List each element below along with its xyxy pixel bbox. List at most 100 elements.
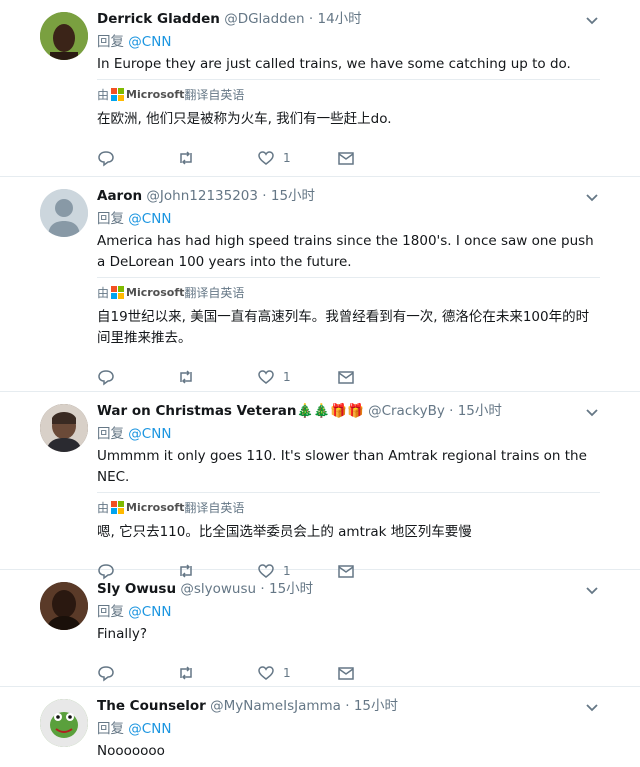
timestamp[interactable]: 15小时 bbox=[354, 698, 398, 714]
envelope-icon bbox=[338, 667, 354, 680]
timestamp[interactable]: 15小时 bbox=[271, 188, 315, 204]
reply-icon bbox=[98, 151, 114, 167]
reply-mention-link[interactable]: @CNN bbox=[128, 34, 171, 50]
tweet[interactable]: Sly Owusu @slyowusu · 15小时 回复 @CNN Final… bbox=[0, 570, 640, 687]
retweet-icon bbox=[180, 666, 192, 680]
user-handle[interactable]: @DGladden bbox=[224, 11, 304, 27]
separator-dot: · bbox=[260, 581, 265, 597]
reply-prefix: 回复 bbox=[97, 211, 124, 227]
chevron-down-icon[interactable] bbox=[584, 189, 600, 205]
microsoft-logo-icon bbox=[111, 88, 125, 101]
tweet-text: America has had high speed trains since … bbox=[97, 233, 594, 270]
avatar[interactable] bbox=[40, 699, 88, 747]
separator-dot: · bbox=[308, 11, 314, 27]
like-button[interactable]: 1 bbox=[257, 149, 337, 167]
user-handle[interactable]: @slyowusu bbox=[180, 581, 256, 597]
reply-context: 回复 @CNN bbox=[97, 209, 600, 229]
tweet[interactable]: Aaron @John12135203 · 15小时 回复 @CNN Ameri… bbox=[0, 177, 640, 392]
avatar[interactable] bbox=[40, 404, 88, 452]
tweet-actions: 1 bbox=[97, 357, 600, 397]
chevron-down-icon[interactable] bbox=[584, 582, 600, 598]
display-name[interactable]: Derrick Gladden bbox=[97, 11, 220, 27]
microsoft-logo-icon bbox=[111, 501, 125, 514]
heart-icon bbox=[258, 370, 274, 384]
like-count: 1 bbox=[283, 151, 291, 165]
display-name[interactable]: Sly Owusu bbox=[97, 581, 176, 597]
reply-mention-link[interactable]: @CNN bbox=[128, 211, 171, 227]
retweet-icon bbox=[180, 370, 192, 384]
reply-button[interactable] bbox=[97, 368, 177, 386]
translator-brand: Microsoft bbox=[126, 501, 185, 514]
envelope-icon bbox=[338, 371, 354, 384]
translator-brand: Microsoft bbox=[126, 286, 185, 299]
user-handle[interactable]: @MyNameIsJamma bbox=[210, 698, 341, 714]
tweet-text: Ummmm it only goes 110. It's slower than… bbox=[97, 448, 587, 485]
avatar[interactable] bbox=[40, 582, 88, 630]
microsoft-logo-icon bbox=[111, 286, 125, 299]
avatar[interactable] bbox=[40, 12, 88, 60]
timestamp[interactable]: 15小时 bbox=[269, 581, 313, 597]
separator-dot: · bbox=[449, 403, 454, 419]
retweet-button[interactable] bbox=[177, 149, 257, 167]
tweet[interactable]: The Counselor @MyNameIsJamma · 15小时 回复 @… bbox=[0, 687, 640, 767]
chevron-down-icon[interactable] bbox=[584, 12, 600, 28]
translated-by-label: 由 bbox=[97, 88, 110, 102]
translated-from-label: 翻译自英语 bbox=[184, 501, 245, 515]
translated-text: 嗯, 它只去110。比全国选举委员会上的 amtrak 地区列车要慢 bbox=[97, 524, 472, 540]
direct-message-button[interactable] bbox=[337, 368, 417, 386]
translator-brand: Microsoft bbox=[126, 88, 185, 101]
reply-prefix: 回复 bbox=[97, 426, 124, 442]
heart-icon bbox=[258, 151, 274, 165]
reply-mention-link[interactable]: @CNN bbox=[128, 721, 171, 737]
translated-from-label: 翻译自英语 bbox=[184, 286, 245, 300]
user-handle[interactable]: @John12135203 bbox=[146, 188, 258, 204]
translated-from-label: 翻译自英语 bbox=[184, 88, 245, 102]
reply-prefix: 回复 bbox=[97, 604, 124, 620]
retweet-button[interactable] bbox=[177, 664, 257, 682]
reply-mention-link[interactable]: @CNN bbox=[128, 426, 171, 442]
reply-context: 回复 @CNN bbox=[97, 719, 600, 739]
reply-icon bbox=[98, 370, 114, 386]
like-count: 1 bbox=[283, 370, 291, 384]
chevron-down-icon[interactable] bbox=[584, 699, 600, 715]
translated-text: 在欧洲, 他们只是被称为火车, 我们有一些赶上do. bbox=[97, 111, 392, 127]
reply-context: 回复 @CNN bbox=[97, 602, 600, 622]
reply-prefix: 回复 bbox=[97, 34, 124, 50]
separator-dot: · bbox=[345, 698, 350, 714]
heart-icon bbox=[258, 666, 274, 680]
display-name[interactable]: The Counselor bbox=[97, 698, 206, 714]
translated-by-label: 由 bbox=[97, 286, 110, 300]
retweet-icon bbox=[180, 151, 192, 165]
timestamp[interactable]: 15小时 bbox=[458, 403, 502, 419]
like-button[interactable]: 1 bbox=[257, 664, 337, 682]
separator-dot: · bbox=[262, 188, 267, 204]
tweet-text: Finally? bbox=[97, 626, 148, 642]
reply-context: 回复 @CNN bbox=[97, 32, 600, 52]
translation-attribution: 由 Microsoft 翻译自英语 bbox=[97, 492, 600, 516]
tweet[interactable]: Derrick Gladden @DGladden · 14小时 回复 @CNN… bbox=[0, 0, 640, 177]
translation-attribution: 由 Microsoft 翻译自英语 bbox=[97, 79, 600, 103]
reply-button[interactable] bbox=[97, 664, 177, 682]
display-name[interactable]: War on Christmas Veteran bbox=[97, 403, 297, 419]
chevron-down-icon[interactable] bbox=[584, 404, 600, 420]
translation-attribution: 由 Microsoft 翻译自英语 bbox=[97, 277, 600, 301]
timestamp[interactable]: 14小时 bbox=[317, 11, 361, 27]
display-name[interactable]: Aaron bbox=[97, 188, 142, 204]
avatar[interactable] bbox=[40, 189, 88, 237]
translated-by-label: 由 bbox=[97, 501, 110, 515]
reply-button[interactable] bbox=[97, 149, 177, 167]
translated-text: 自19世纪以来, 美国一直有高速列车。我曾经看到有一次, 德洛伦在未来100年的… bbox=[97, 309, 590, 346]
tweet-text: In Europe they are just called trains, w… bbox=[97, 56, 571, 72]
reply-icon bbox=[98, 666, 114, 682]
retweet-button[interactable] bbox=[177, 368, 257, 386]
envelope-icon bbox=[338, 152, 354, 165]
tweet[interactable]: War on Christmas Veteran🎄🎄🎁🎁 @CrackyBy ·… bbox=[0, 392, 640, 580]
reply-mention-link[interactable]: @CNN bbox=[128, 604, 171, 620]
user-handle[interactable]: @CrackyBy bbox=[368, 403, 445, 419]
direct-message-button[interactable] bbox=[337, 149, 417, 167]
reply-context: 回复 @CNN bbox=[97, 424, 600, 444]
like-count: 1 bbox=[283, 666, 291, 680]
like-button[interactable]: 1 bbox=[257, 368, 337, 386]
direct-message-button[interactable] bbox=[337, 664, 417, 682]
tweet-actions: 1 bbox=[97, 138, 600, 178]
